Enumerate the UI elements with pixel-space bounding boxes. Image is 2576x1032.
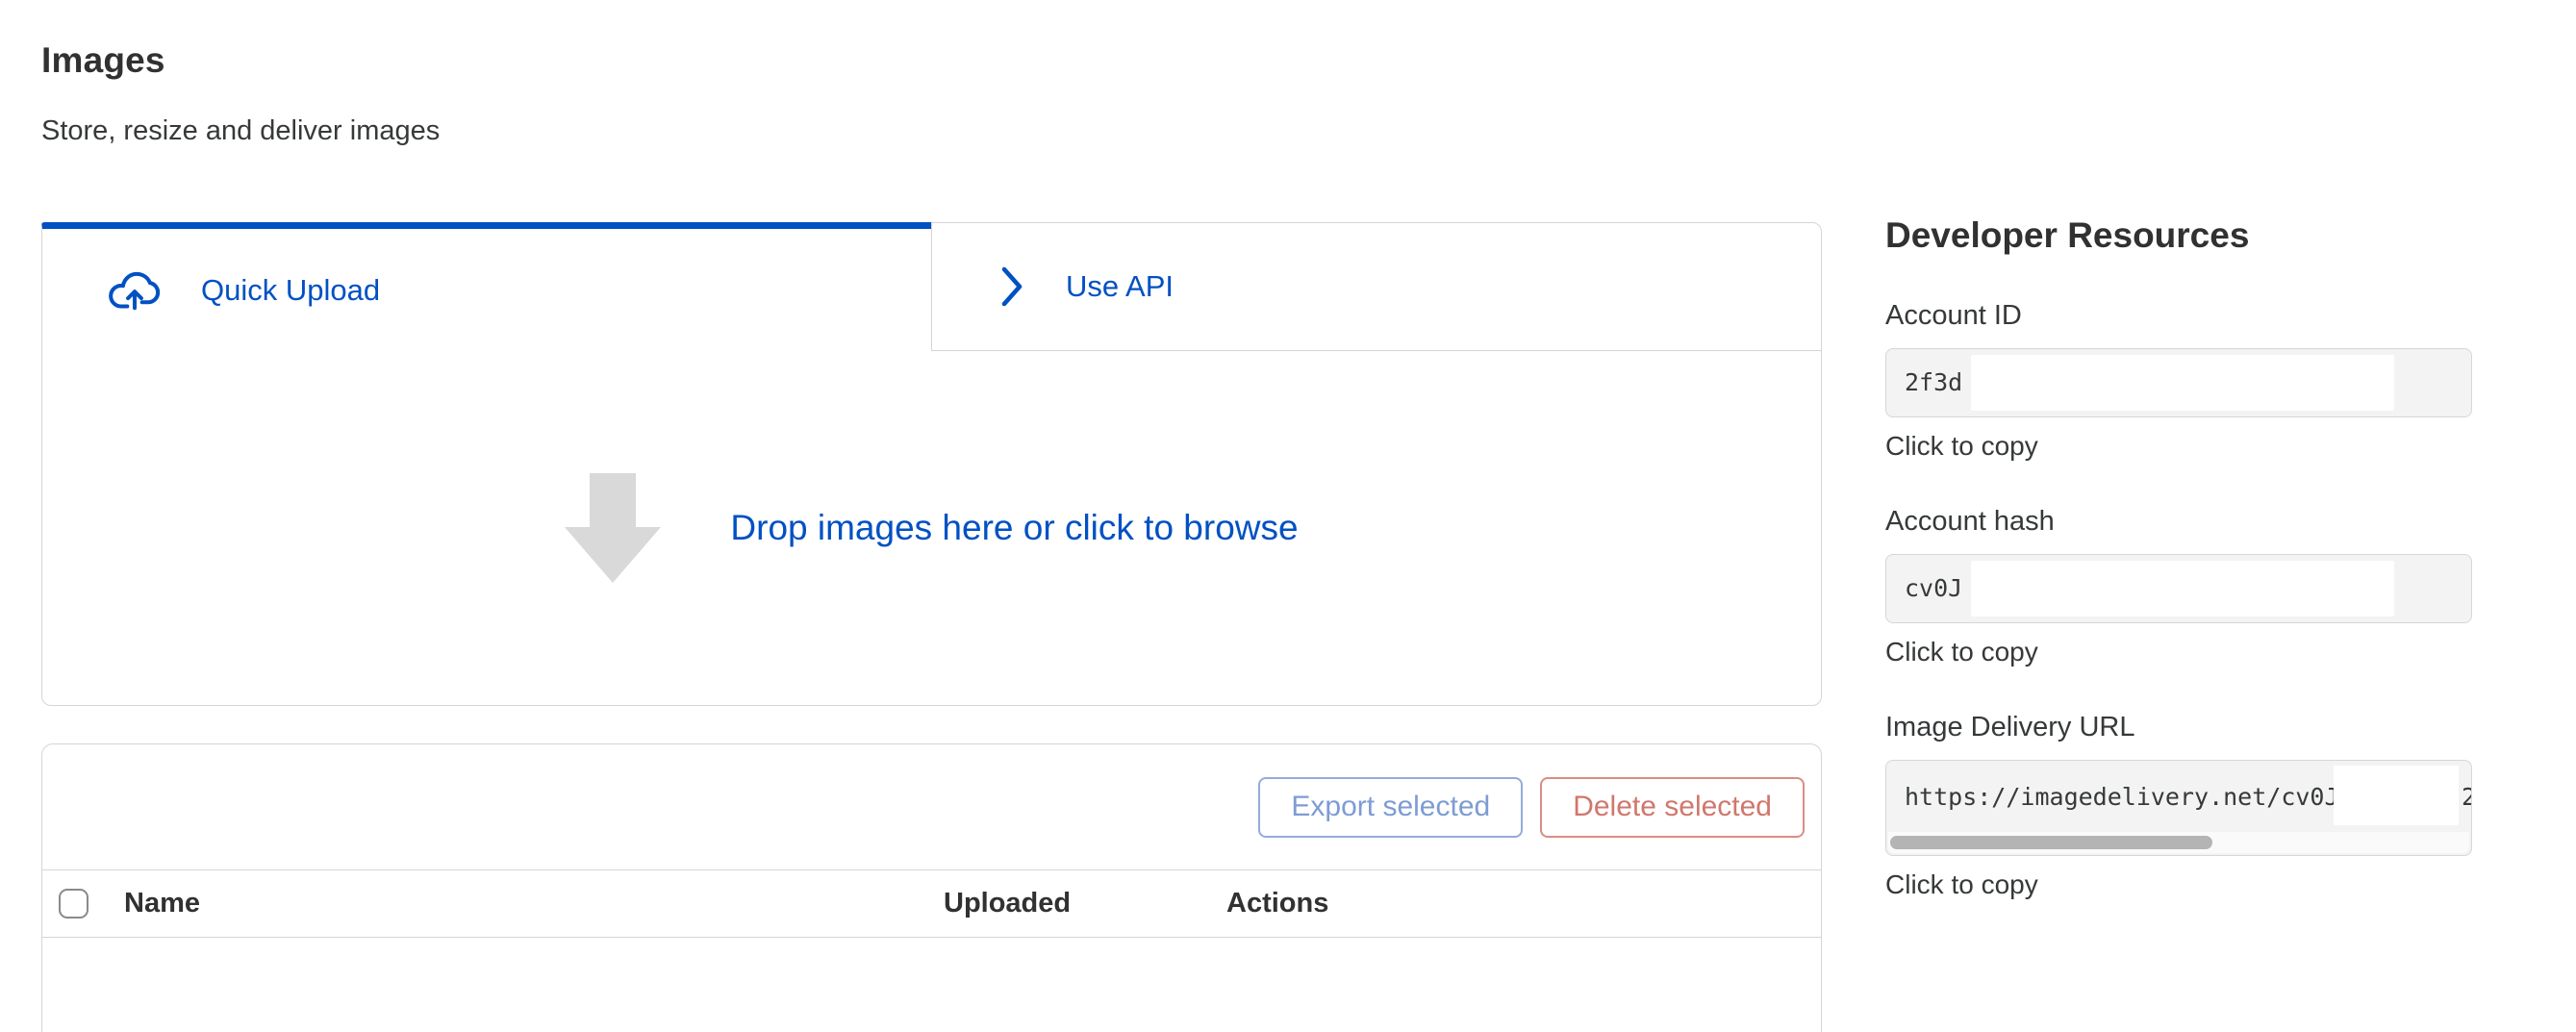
column-header-name: Name: [124, 888, 944, 919]
account-id-field: Account ID 2f3d Click to copy: [1885, 300, 2474, 462]
page-subtitle: Store, resize and deliver images: [41, 115, 1822, 147]
main-column: Images Store, resize and deliver images …: [41, 0, 1822, 1032]
account-hash-field: Account hash cv0J Click to copy: [1885, 506, 2474, 667]
image-delivery-url-value: https://imagedelivery.net/cv0JSj: [1905, 781, 2368, 814]
upload-tabs: Quick Upload Use API: [41, 222, 1822, 351]
image-delivery-url-field: Image Delivery URL https://imagedelivery…: [1885, 712, 2474, 900]
account-id-label: Account ID: [1885, 300, 2474, 332]
account-id-value: 2f3d: [1905, 366, 1962, 399]
upload-card: Quick Upload Use API Drop: [41, 222, 1822, 706]
table-header-row: Name Uploaded Actions: [42, 870, 1821, 938]
account-hash-label: Account hash: [1885, 506, 2474, 538]
image-list-toolbar: Export selected Delete selected: [42, 744, 1821, 870]
redaction-overlay: [2334, 766, 2459, 825]
dropzone[interactable]: Drop images here or click to browse: [41, 351, 1822, 706]
tab-quick-upload-label: Quick Upload: [201, 273, 380, 308]
image-list-card: Export selected Delete selected Name Upl…: [41, 743, 1822, 1032]
arrow-down-icon: [565, 473, 661, 583]
tab-quick-upload[interactable]: Quick Upload: [41, 222, 931, 351]
export-selected-button[interactable]: Export selected: [1258, 777, 1523, 838]
redaction-overlay: [1971, 561, 2394, 617]
redaction-overlay: [1971, 355, 2394, 411]
cloud-upload-icon: [107, 268, 163, 313]
developer-resources-panel: Developer Resources Account ID 2f3d Clic…: [1885, 0, 2474, 1032]
tab-use-api-label: Use API: [1066, 269, 1174, 304]
tab-use-api[interactable]: Use API: [931, 222, 1822, 351]
horizontal-scrollbar-track: [1888, 832, 2469, 853]
delete-selected-button[interactable]: Delete selected: [1540, 777, 1805, 838]
column-header-actions: Actions: [1226, 888, 1821, 919]
account-id-value-box[interactable]: 2f3d: [1885, 348, 2472, 417]
chevron-right-icon: [997, 262, 1027, 312]
account-hash-value-box[interactable]: cv0J: [1885, 554, 2472, 623]
image-delivery-url-value-box[interactable]: https://imagedelivery.net/cv0JSj 2: [1885, 760, 2472, 856]
account-id-copy-hint[interactable]: Click to copy: [1885, 431, 2474, 462]
page-title: Images: [41, 40, 1822, 81]
column-header-uploaded: Uploaded: [944, 888, 1226, 919]
developer-resources-title: Developer Resources: [1885, 215, 2474, 256]
dropzone-label: Drop images here or click to browse: [730, 508, 1298, 548]
account-hash-value: cv0J: [1905, 572, 1962, 605]
url-overflow-character: 2: [2462, 781, 2472, 814]
account-hash-copy-hint[interactable]: Click to copy: [1885, 637, 2474, 667]
images-page: Images Store, resize and deliver images …: [0, 0, 2576, 1032]
image-delivery-url-label: Image Delivery URL: [1885, 712, 2474, 743]
select-all-checkbox[interactable]: [59, 889, 88, 919]
image-delivery-url-copy-hint[interactable]: Click to copy: [1885, 869, 2474, 900]
horizontal-scrollbar-thumb[interactable]: [1890, 836, 2212, 849]
